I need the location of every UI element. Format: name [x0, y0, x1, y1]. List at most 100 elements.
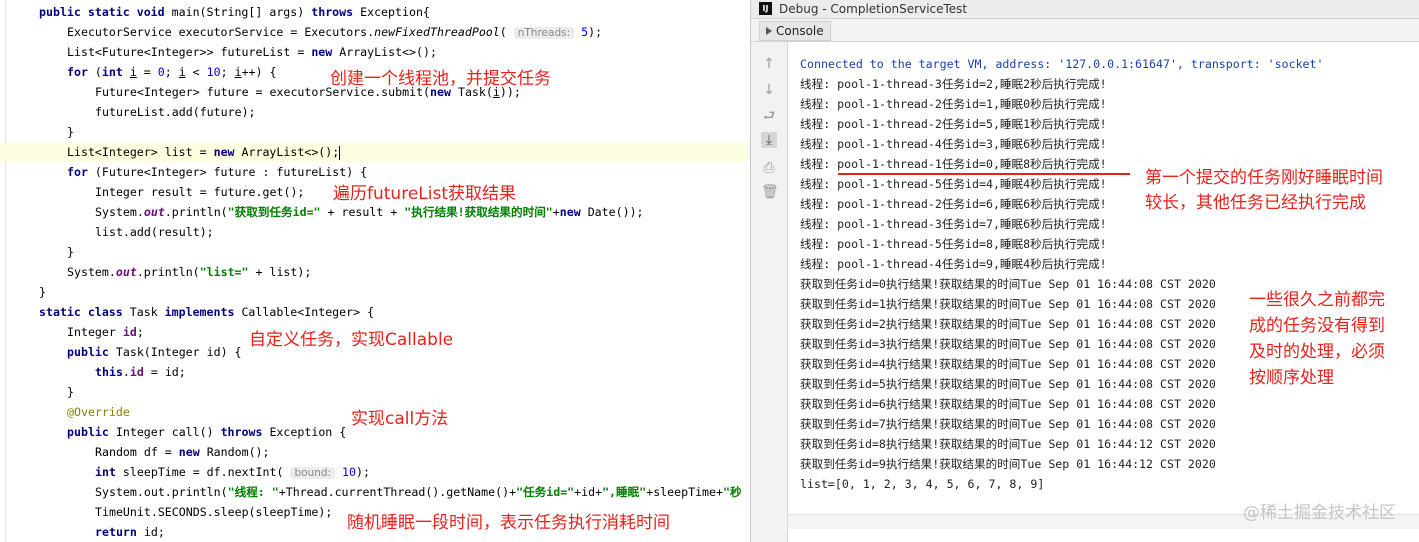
- code-token: Integer result = future.get();: [95, 185, 305, 199]
- code-line[interactable]: List<Future<Integer>> futureList = new A…: [0, 42, 748, 62]
- code-token: }: [39, 285, 46, 299]
- annotation-random-sleep: 随机睡眠一段时间，表示任务执行消耗时间: [347, 513, 670, 533]
- code-token: ExecutorService executorService = Execut…: [67, 25, 375, 39]
- code-line-text: public static void main(String[] args) t…: [39, 2, 430, 22]
- console-toolbar: ↑ ↓ ⮐ ⤓ ⎙ 🗑: [751, 42, 788, 542]
- code-line-text: list.add(result);: [95, 222, 214, 242]
- console-line: 线程: pool-1-thread-3任务id=7,睡眠6秒后执行完成!: [800, 217, 1107, 231]
- code-token: implements: [164, 305, 242, 319]
- console-line: 获取到任务id=1执行结果!获取结果的时间Tue Sep 01 16:44:08…: [800, 297, 1216, 311]
- tab-console[interactable]: Console: [759, 21, 831, 41]
- code-line[interactable]: System.out.println("list=" + list);: [0, 262, 748, 282]
- code-token: Exception{: [360, 5, 430, 19]
- debug-tab-bar: Console: [751, 19, 1419, 42]
- code-token: .: [122, 365, 130, 379]
- code-line[interactable]: futureList.add(future);: [0, 102, 748, 122]
- code-line[interactable]: this.id = id;: [0, 362, 748, 382]
- console-line: list=[0, 1, 2, 3, 4, 5, 6, 7, 8, 9]: [800, 477, 1045, 491]
- scroll-to-end-icon[interactable]: ⤓: [761, 132, 777, 148]
- console-line: 线程: pool-1-thread-2任务id=6,睡眠6秒后执行完成!: [800, 197, 1107, 211]
- console-line: 获取到任务id=6执行结果!获取结果的时间Tue Sep 01 16:44:08…: [800, 397, 1216, 411]
- code-token: i: [234, 65, 242, 79]
- code-token: );: [588, 25, 610, 39]
- print-icon[interactable]: ⎙: [761, 160, 777, 176]
- code-token: int: [95, 465, 123, 479]
- code-token: id: [129, 365, 144, 379]
- code-token: "获取到任务id=": [227, 205, 321, 219]
- code-token: throws: [311, 5, 361, 19]
- code-token: "秒: [723, 485, 742, 499]
- code-line-text: this.id = id;: [95, 362, 186, 382]
- code-line-text: List<Integer> list = new ArrayList<>();: [67, 142, 341, 162]
- code-line-text: Integer id;: [67, 322, 144, 342]
- code-token: Task: [129, 305, 165, 319]
- code-line[interactable]: list.add(result);: [0, 222, 748, 242]
- code-token: new: [178, 445, 207, 459]
- code-line[interactable]: }: [0, 122, 748, 142]
- code-line[interactable]: Random df = new Random();: [0, 442, 748, 462]
- code-line[interactable]: public static void main(String[] args) t…: [0, 2, 748, 22]
- code-token: new: [559, 205, 588, 219]
- console-output[interactable]: Connected to the target VM, address: '12…: [788, 42, 1419, 514]
- code-token: 0: [157, 65, 165, 79]
- note-old-tasks-line3: 及时的处理，必须: [1249, 342, 1385, 362]
- code-line[interactable]: }: [0, 382, 748, 402]
- console-line: 获取到任务id=8执行结果!获取结果的时间Tue Sep 01 16:44:12…: [800, 437, 1216, 451]
- code-token: newFixedThreadPool: [374, 25, 500, 39]
- highlight-underline: [838, 173, 1130, 175]
- up-arrow-icon[interactable]: ↑: [761, 56, 777, 72]
- code-line[interactable]: }: [0, 242, 748, 262]
- down-arrow-icon[interactable]: ↓: [761, 82, 777, 98]
- note-first-task-line1: 第一个提交的任务刚好睡眠时间: [1145, 168, 1383, 188]
- code-token: 10: [335, 465, 357, 479]
- code-token: ArrayList<>();: [241, 145, 340, 159]
- watermark: @稀土掘金技术社区: [1243, 503, 1396, 523]
- code-token: );: [356, 465, 370, 479]
- code-token: new: [311, 45, 340, 59]
- code-token: for: [67, 165, 95, 179]
- code-token: System.: [67, 265, 116, 279]
- console-line: Connected to the target VM, address: '12…: [800, 57, 1324, 71]
- code-line-text: }: [67, 382, 74, 402]
- code-token: int: [101, 65, 130, 79]
- annotation-create-pool: 创建一个线程池，并提交任务: [330, 69, 551, 89]
- code-token: sleepTime = df.nextInt(: [122, 465, 291, 479]
- code-line[interactable]: List<Integer> list = new ArrayList<>();: [0, 142, 748, 162]
- code-line-text: @Override: [67, 402, 130, 422]
- code-line-text: System.out.println("获取到任务id=" + result +…: [95, 202, 644, 222]
- code-line-text: }: [67, 242, 74, 262]
- code-line-text: Random df = new Random();: [95, 442, 270, 462]
- code-token: "线程: ": [227, 485, 279, 499]
- code-line[interactable]: int sleepTime = df.nextInt( bound: 10);: [0, 462, 748, 482]
- code-line-text: for (int i = 0; i < 10; i++) {: [67, 62, 276, 82]
- code-token: ++) {: [241, 65, 277, 79]
- code-token: Integer: [67, 325, 123, 339]
- trash-icon[interactable]: 🗑: [761, 184, 779, 200]
- code-token: public static void: [39, 5, 172, 19]
- code-line[interactable]: ExecutorService executorService = Execut…: [0, 22, 748, 42]
- code-line-text: TimeUnit.SECONDS.sleep(sleepTime);: [95, 502, 332, 522]
- code-line[interactable]: static class Task implements Callable<In…: [0, 302, 748, 322]
- debug-title-bar[interactable]: IJ Debug - CompletionServiceTest: [751, 0, 1419, 19]
- code-line[interactable]: for (Future<Integer> future : futureList…: [0, 162, 748, 182]
- code-token: }: [67, 245, 74, 259]
- soft-wrap-icon[interactable]: ⮐: [761, 108, 777, 124]
- code-line[interactable]: }: [0, 282, 748, 302]
- code-token: throws: [220, 425, 270, 439]
- code-line-text: List<Future<Integer>> futureList = new A…: [67, 42, 437, 62]
- console-line: 获取到任务id=0执行结果!获取结果的时间Tue Sep 01 16:44:08…: [800, 277, 1216, 291]
- annotation-call-method: 实现call方法: [351, 409, 449, 429]
- code-token: }: [67, 385, 74, 399]
- code-token: this: [95, 365, 123, 379]
- code-token: ",睡眠": [602, 485, 647, 499]
- code-line[interactable]: System.out.println("获取到任务id=" + result +…: [0, 202, 748, 222]
- code-line-text: static class Task implements Callable<In…: [39, 302, 374, 322]
- code-line[interactable]: System.out.println("线程: "+Thread.current…: [0, 482, 748, 502]
- code-line-text: futureList.add(future);: [95, 102, 256, 122]
- code-line-text: }: [39, 282, 46, 302]
- code-token: = id;: [143, 365, 186, 379]
- code-line-text: Integer result = future.get();: [95, 182, 304, 202]
- code-token: new: [213, 145, 242, 159]
- code-token: Integer call(): [115, 425, 221, 439]
- code-editor[interactable]: public static void main(String[] args) t…: [0, 0, 748, 542]
